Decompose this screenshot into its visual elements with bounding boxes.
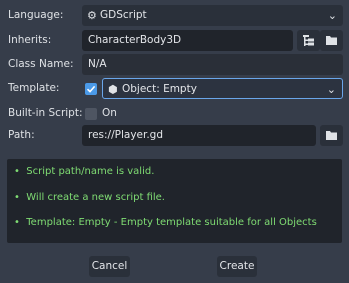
template-row: Template: ⬢ Object: Empty ⌄ <box>0 78 349 100</box>
create-button[interactable]: Create <box>217 256 257 277</box>
inherits-row: Inherits: CharacterBody3D <box>0 30 349 52</box>
builtin-on-label: On <box>102 107 117 119</box>
template-value: Object: Empty <box>122 83 197 95</box>
bullet: • <box>14 192 27 203</box>
language-label: Language: <box>8 9 64 21</box>
path-row: Path: res://Player.gd <box>0 125 349 147</box>
builtin-checkbox[interactable] <box>85 108 97 120</box>
chevron-down-icon: ⌄ <box>327 9 337 22</box>
validation-message: • Will create a new script file. <box>14 192 165 203</box>
chevron-down-icon: ⌄ <box>326 83 336 96</box>
template-label: Template: <box>8 82 60 94</box>
inherits-input[interactable]: CharacterBody3D <box>82 30 293 51</box>
path-browse-button[interactable] <box>320 125 343 146</box>
template-select[interactable]: ⬢ Object: Empty ⌄ <box>102 78 343 99</box>
language-row: Language: ⚙ GDScript ⌄ <box>0 5 349 27</box>
builtin-row: Built-in Script: On <box>0 103 349 125</box>
class-tree-icon <box>303 35 314 46</box>
inherits-label: Inherits: <box>8 34 52 46</box>
path-input[interactable]: res://Player.gd <box>82 125 316 146</box>
validation-message: • Script path/name is valid. <box>14 166 155 177</box>
cancel-button[interactable]: Cancel <box>89 256 130 277</box>
folder-icon <box>326 131 337 140</box>
checkmark-icon <box>86 85 96 93</box>
class-name-input[interactable]: N/A <box>82 54 343 75</box>
object-icon: ⬢ <box>108 83 118 96</box>
create-script-dialog: Language: ⚙ GDScript ⌄ Inherits: Charact… <box>0 0 349 283</box>
inherits-browse-button[interactable] <box>320 30 343 51</box>
validation-panel: • Script path/name is valid. • Will crea… <box>7 159 342 243</box>
path-label: Path: <box>8 129 35 141</box>
gear-icon: ⚙ <box>87 9 97 22</box>
class-name-label: Class Name: <box>8 58 74 70</box>
bullet: • <box>14 166 27 177</box>
class-name-row: Class Name: N/A <box>0 54 349 76</box>
folder-icon <box>326 36 337 45</box>
bullet: • <box>14 217 27 228</box>
inherits-tree-button[interactable] <box>297 30 320 51</box>
language-value: GDScript <box>100 9 147 21</box>
template-checkbox[interactable] <box>85 83 97 95</box>
validation-message: • Template: Empty - Empty template suita… <box>14 217 317 228</box>
language-select[interactable]: ⚙ GDScript ⌄ <box>82 5 343 26</box>
builtin-label: Built-in Script: <box>8 107 83 119</box>
